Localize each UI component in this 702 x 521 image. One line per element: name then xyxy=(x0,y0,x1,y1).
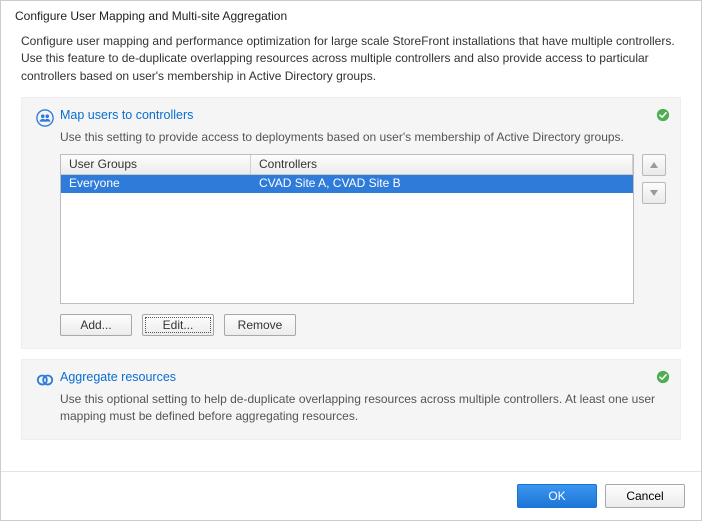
cell-group: Everyone xyxy=(61,175,251,193)
mapping-table[interactable]: User Groups Controllers Everyone CVAD Si… xyxy=(60,154,634,304)
map-users-link[interactable]: Map users to controllers xyxy=(60,108,193,122)
aggregate-panel: Aggregate resources Use this optional se… xyxy=(21,359,681,440)
move-down-button[interactable] xyxy=(642,182,666,204)
remove-button[interactable]: Remove xyxy=(224,314,296,336)
cell-controllers: CVAD Site A, CVAD Site B xyxy=(251,175,633,193)
check-icon xyxy=(656,370,670,384)
col-header-groups[interactable]: User Groups xyxy=(61,155,251,174)
add-button[interactable]: Add... xyxy=(60,314,132,336)
users-icon xyxy=(36,109,54,127)
dialog-intro: Configure user mapping and performance o… xyxy=(1,33,701,97)
table-row[interactable]: Everyone CVAD Site A, CVAD Site B xyxy=(61,175,633,193)
edit-button[interactable]: Edit... xyxy=(142,314,214,336)
map-users-desc: Use this setting to provide access to de… xyxy=(60,129,666,146)
aggregate-desc: Use this optional setting to help de-dup… xyxy=(60,391,666,425)
check-icon xyxy=(656,108,670,122)
move-up-button[interactable] xyxy=(642,154,666,176)
dialog-title: Configure User Mapping and Multi-site Ag… xyxy=(1,1,701,33)
map-users-panel: Map users to controllers Use this settin… xyxy=(21,97,681,349)
divider xyxy=(1,471,701,472)
aggregate-icon xyxy=(36,371,54,389)
ok-button[interactable]: OK xyxy=(517,484,597,508)
cancel-button[interactable]: Cancel xyxy=(605,484,685,508)
col-header-controllers[interactable]: Controllers xyxy=(251,155,633,174)
table-header: User Groups Controllers xyxy=(61,155,633,175)
aggregate-link[interactable]: Aggregate resources xyxy=(60,370,176,384)
